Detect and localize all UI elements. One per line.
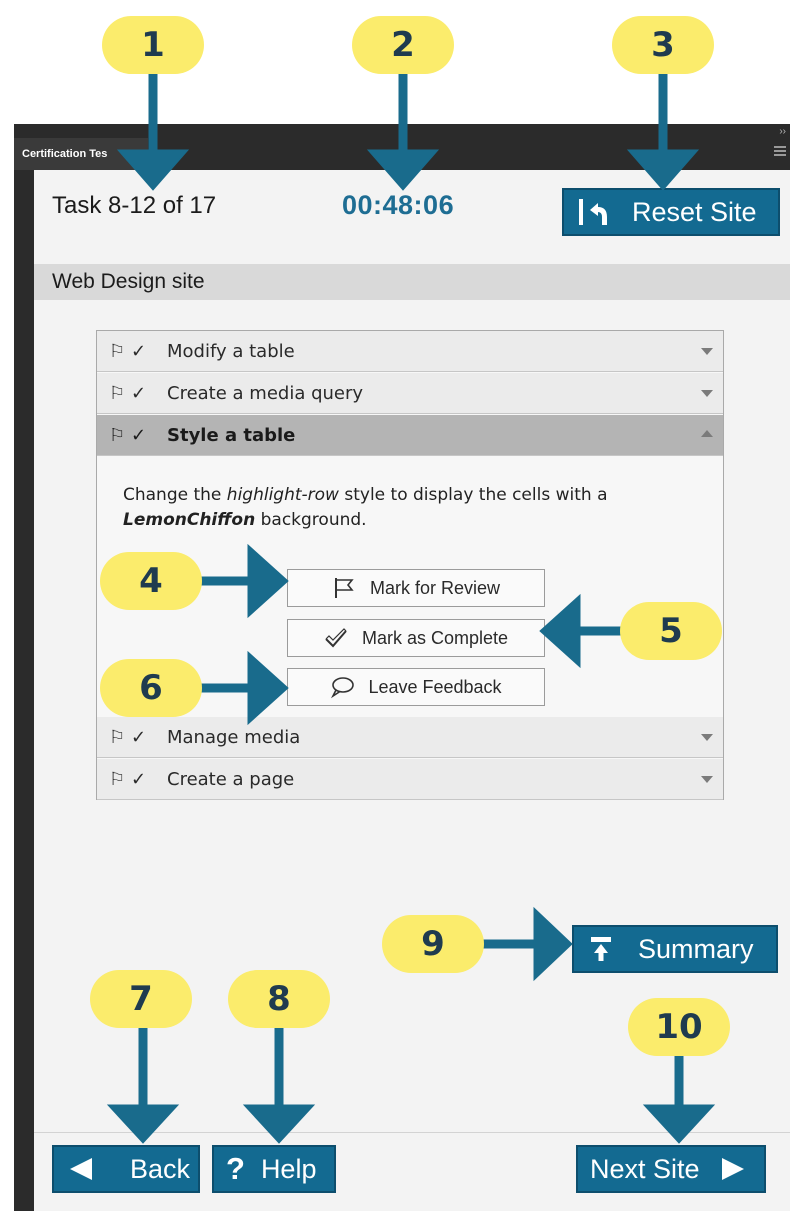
checkmark-icon: ✓ xyxy=(131,727,147,748)
next-site-button[interactable]: Next Site xyxy=(576,1145,766,1193)
reset-site-label: Reset Site xyxy=(632,196,757,227)
site-name: Web Design site xyxy=(52,270,205,293)
callout-2: 2 xyxy=(352,16,454,74)
task-counter: Task 8-12 of 17 xyxy=(52,192,217,219)
callout-7: 7 xyxy=(90,970,192,1028)
checkmark-icon: ✓ xyxy=(131,341,147,362)
flag-icon: ⚐ xyxy=(109,727,126,748)
task-title: Create a page xyxy=(167,769,295,790)
summary-button[interactable]: Summary xyxy=(572,925,778,973)
chevron-down-icon xyxy=(701,776,713,783)
task-title: Create a media query xyxy=(167,383,364,404)
panel-menu-icon[interactable] xyxy=(774,146,786,158)
question-mark-icon: ? xyxy=(226,1151,245,1186)
reset-site-button[interactable]: Reset Site xyxy=(562,188,780,236)
callout-10: 10 xyxy=(628,998,730,1056)
checkmark-icon xyxy=(325,628,347,648)
mark-as-complete-label: Mark as Complete xyxy=(361,627,509,648)
leave-feedback-label: Leave Feedback xyxy=(368,676,502,697)
chevron-down-icon xyxy=(701,390,713,397)
flag-icon xyxy=(334,578,354,598)
mark-for-review-button[interactable]: Mark for Review xyxy=(287,569,545,607)
summary-label: Summary xyxy=(638,933,754,964)
callout-5: 5 xyxy=(620,602,722,660)
site-bar: Web Design site xyxy=(34,264,790,300)
chevron-up-icon xyxy=(701,430,713,437)
checkmark-icon: ✓ xyxy=(131,383,147,404)
exam-timer: 00:48:06 xyxy=(342,190,455,220)
task-description-style-name: highlight-row xyxy=(226,485,339,505)
reset-arrow-icon xyxy=(579,199,607,225)
task-title: Modify a table xyxy=(167,341,295,362)
callout-4: 4 xyxy=(100,552,202,610)
task-description-text: background. xyxy=(255,510,367,530)
panel-expand-icon[interactable]: ›› xyxy=(779,126,786,137)
task-description-text: style to display the cells with a xyxy=(338,485,608,505)
task-item-style-a-table[interactable]: ⚐ ✓ Style a table xyxy=(97,415,723,456)
callout-1: 1 xyxy=(102,16,204,74)
panel-tab[interactable]: Certification Tes xyxy=(14,138,148,170)
flag-icon: ⚐ xyxy=(109,425,126,446)
help-button[interactable]: ? Help xyxy=(212,1145,336,1193)
task-description-text: Change the xyxy=(123,485,227,505)
task-description: Change the highlight-row style to displa… xyxy=(123,483,703,533)
chevron-down-icon xyxy=(701,734,713,741)
mark-for-review-label: Mark for Review xyxy=(369,577,501,598)
checkmark-icon: ✓ xyxy=(131,425,147,446)
callout-3: 3 xyxy=(612,16,714,74)
flag-icon: ⚐ xyxy=(109,383,126,404)
left-arrow-icon xyxy=(70,1158,92,1180)
mark-as-complete-button[interactable]: Mark as Complete xyxy=(287,619,545,657)
chevron-down-icon xyxy=(701,348,713,355)
task-item-create-a-media-query[interactable]: ⚐ ✓ Create a media query xyxy=(97,373,723,414)
task-title: Manage media xyxy=(167,727,301,748)
task-title: Style a table xyxy=(167,425,296,446)
callout-9: 9 xyxy=(382,915,484,973)
leave-feedback-button[interactable]: Leave Feedback xyxy=(287,668,545,706)
summary-icon xyxy=(591,937,611,961)
callout-8: 8 xyxy=(228,970,330,1028)
task-item-manage-media[interactable]: ⚐ ✓ Manage media xyxy=(97,717,723,758)
callout-6: 6 xyxy=(100,659,202,717)
flag-icon: ⚐ xyxy=(109,769,126,790)
flag-icon: ⚐ xyxy=(109,341,126,362)
speech-bubble-icon xyxy=(331,677,355,699)
back-button[interactable]: Back xyxy=(52,1145,200,1193)
right-arrow-icon xyxy=(721,1158,744,1180)
help-label: Help xyxy=(260,1153,317,1184)
checkmark-icon: ✓ xyxy=(131,769,147,790)
task-item-create-a-page[interactable]: ⚐ ✓ Create a page xyxy=(97,759,723,800)
footer-divider xyxy=(34,1132,790,1133)
task-description-color-name: LemonChiffon xyxy=(123,510,256,530)
task-item-modify-a-table[interactable]: ⚐ ✓ Modify a table xyxy=(97,331,723,372)
next-site-label: Next Site xyxy=(590,1153,700,1184)
back-label: Back xyxy=(130,1153,191,1184)
